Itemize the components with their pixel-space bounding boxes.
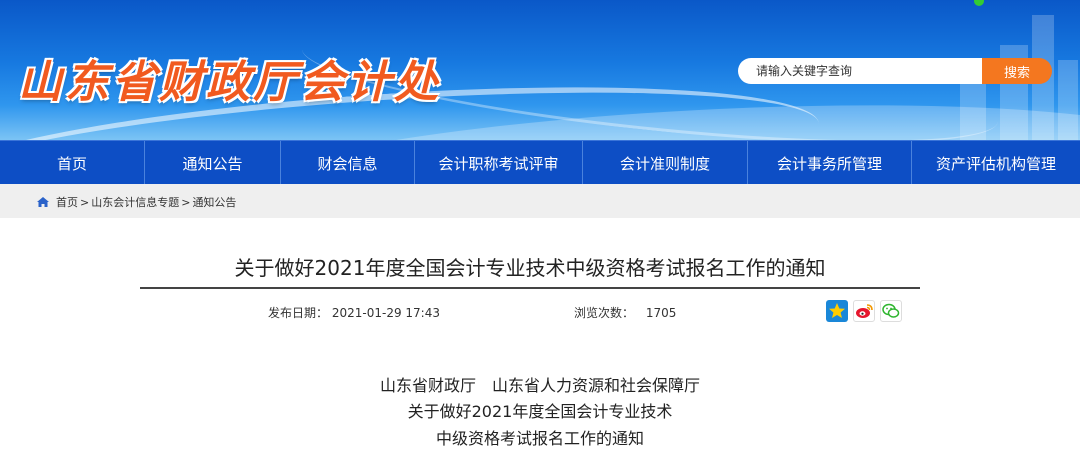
weibo-share-icon[interactable] xyxy=(853,300,875,322)
nav-item-home[interactable]: 首页 xyxy=(0,141,145,185)
site-title: 山东省财政厅会计处 xyxy=(18,57,441,108)
search-button[interactable]: 搜索 xyxy=(982,58,1052,84)
view-count-label: 浏览次数： xyxy=(574,306,635,320)
breadcrumb-topic[interactable]: 山东会计信息专题 xyxy=(91,194,179,210)
breadcrumb-home[interactable]: 首页 xyxy=(56,194,78,210)
search-input[interactable] xyxy=(738,58,982,84)
wechat-share-icon[interactable] xyxy=(880,300,902,322)
nav-item-appraisal-management[interactable]: 资产评估机构管理 xyxy=(912,141,1080,185)
home-icon xyxy=(37,197,49,207)
title-divider xyxy=(140,287,920,289)
body-line: 山东省财政厅 山东省人力资源和社会保障厅 xyxy=(379,376,700,395)
breadcrumb-bar: 首页 > 山东会计信息专题 > 通知公告 xyxy=(0,184,1080,218)
publish-date-label: 发布日期： xyxy=(268,306,329,320)
breadcrumb-current[interactable]: 通知公告 xyxy=(192,194,236,210)
view-count: 浏览次数： 1705 xyxy=(574,304,676,321)
view-count-value: 1705 xyxy=(645,306,677,320)
body-line: 关于做好2021年度全国会计专业技术 xyxy=(407,402,673,421)
header-banner: 山东省财政厅会计处 搜索 xyxy=(0,0,1080,140)
banner-building xyxy=(960,80,986,140)
body-line: 中级资格考试报名工作的通知 xyxy=(435,429,644,448)
qzone-share-icon[interactable] xyxy=(826,300,848,322)
breadcrumb: 首页 > 山东会计信息专题 > 通知公告 xyxy=(36,194,236,210)
nav-item-notices[interactable]: 通知公告 xyxy=(145,141,281,185)
main-nav: 首页 通知公告 财会信息 会计职称考试评审 会计准则制度 会计事务所管理 资产评… xyxy=(0,140,1080,185)
search-box: 搜索 xyxy=(738,58,1052,84)
publish-date-value: 2021-01-29 17:43 xyxy=(331,306,440,320)
breadcrumb-separator: > xyxy=(80,195,90,209)
nav-item-exam-review[interactable]: 会计职称考试评审 xyxy=(415,141,583,185)
article-title: 关于做好2021年度全国会计专业技术中级资格考试报名工作的通知 xyxy=(234,256,826,280)
breadcrumb-separator: > xyxy=(181,195,191,209)
banner-building xyxy=(1058,60,1078,140)
nav-item-standards[interactable]: 会计准则制度 xyxy=(583,141,748,185)
nav-item-finance-info[interactable]: 财会信息 xyxy=(281,141,415,185)
publish-date: 发布日期： 2021-01-29 17:43 xyxy=(268,304,440,321)
nav-item-firm-management[interactable]: 会计事务所管理 xyxy=(748,141,912,185)
status-dot-icon xyxy=(974,0,984,6)
